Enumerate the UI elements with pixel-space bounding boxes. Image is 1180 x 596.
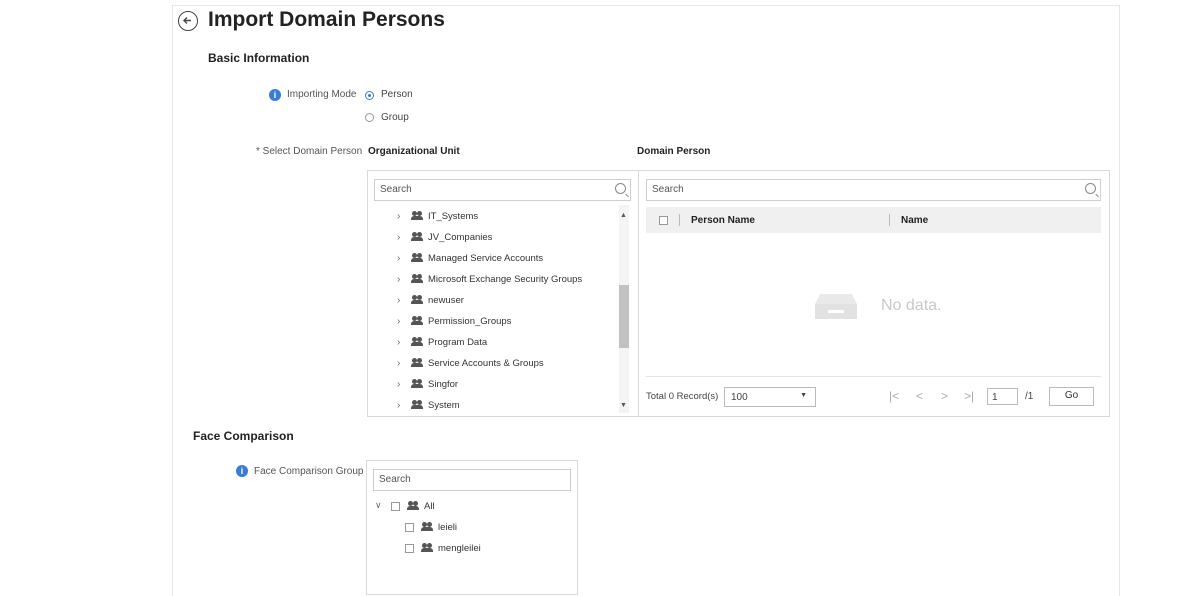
chevron-right-icon[interactable]: ›	[397, 400, 405, 411]
org-tree-item[interactable]: › IT_Systems	[397, 207, 478, 225]
checkbox-all[interactable]	[391, 502, 400, 511]
column-name[interactable]: Name	[901, 215, 928, 226]
next-page-icon[interactable]: >	[941, 389, 948, 403]
importing-mode-label: Importing Mode	[287, 89, 357, 100]
chevron-right-icon[interactable]: ›	[397, 295, 405, 306]
org-tree-item-label: JV_Companies	[428, 231, 493, 243]
radio-group[interactable]	[365, 113, 374, 122]
back-arrow-icon[interactable]	[178, 11, 198, 31]
chevron-right-icon[interactable]: ›	[397, 274, 405, 285]
org-tree-item-label: Singfor	[428, 378, 459, 390]
basic-info-heading: Basic Information	[208, 51, 310, 65]
chevron-right-icon[interactable]: ›	[397, 211, 405, 222]
page-input[interactable]: 1	[987, 388, 1018, 405]
org-tree-item[interactable]: › System	[397, 396, 460, 414]
info-icon[interactable]: i	[236, 465, 248, 477]
chevron-right-icon[interactable]: ›	[397, 379, 405, 390]
group-icon	[411, 211, 425, 221]
group-icon	[411, 274, 425, 284]
org-tree-item-label: Managed Service Accounts	[428, 252, 544, 264]
column-person-name[interactable]: Person Name	[691, 215, 755, 226]
chevron-right-icon[interactable]: ›	[397, 253, 405, 264]
scroll-down-icon[interactable]: ▼	[620, 402, 627, 409]
person-search-input[interactable]: Search	[646, 179, 1101, 201]
select-domain-person-label: * Select Domain Person	[256, 146, 363, 157]
person-search-placeholder: Search	[652, 184, 684, 195]
chevron-right-icon[interactable]: ›	[397, 316, 405, 327]
tree-item-label: leieli	[438, 521, 458, 533]
group-icon	[411, 316, 425, 326]
first-page-icon[interactable]: |<	[889, 389, 899, 403]
org-tree-item-label: Permission_Groups	[428, 315, 512, 327]
select-all-checkbox[interactable]	[659, 216, 668, 225]
group-icon	[407, 501, 421, 511]
chevron-right-icon[interactable]: ›	[397, 358, 405, 369]
org-tree-item[interactable]: › Program Data	[397, 333, 487, 351]
empty-tray-icon	[814, 292, 858, 320]
search-icon[interactable]	[615, 183, 626, 194]
page-number: 1	[992, 392, 998, 403]
domain-person-heading: Domain Person	[637, 146, 711, 157]
org-tree-item[interactable]: › newuser	[397, 291, 464, 309]
column-divider	[889, 214, 890, 226]
org-tree-item-label: System	[428, 399, 460, 411]
page-total: /1	[1025, 391, 1034, 402]
group-icon	[411, 295, 425, 305]
face-comparison-heading: Face Comparison	[193, 429, 294, 443]
group-icon	[411, 379, 425, 389]
radio-person[interactable]	[365, 91, 374, 100]
org-tree-item-label: Program Data	[428, 336, 488, 348]
chevron-down-icon[interactable]: ∨	[375, 500, 382, 511]
group-icon	[411, 337, 425, 347]
dropdown-arrow-icon: ▼	[800, 392, 807, 399]
org-tree-item[interactable]: › Microsoft Exchange Security Groups	[397, 270, 582, 288]
org-tree-item[interactable]: › Singfor	[397, 375, 458, 393]
scroll-up-icon[interactable]: ▲	[620, 212, 627, 219]
group-icon	[421, 522, 435, 532]
tree-item-label: All	[424, 500, 435, 512]
total-records: Total 0 Record(s)	[646, 391, 719, 402]
page-size-select[interactable]: 100 ▼	[724, 387, 816, 407]
tree-item-label: mengleilei	[438, 542, 481, 554]
chevron-right-icon[interactable]: ›	[397, 337, 405, 348]
group-icon	[421, 543, 435, 553]
prev-page-icon[interactable]: <	[916, 389, 923, 403]
org-tree-item-label: newuser	[428, 294, 464, 306]
tree-item-all[interactable]: All	[407, 497, 435, 515]
search-icon[interactable]	[1085, 183, 1096, 194]
face-search-placeholder: Search	[379, 474, 411, 485]
checkbox-mengleilei[interactable]	[405, 544, 414, 553]
radio-person-label: Person	[381, 89, 413, 100]
org-tree-item[interactable]: › Service Accounts & Groups	[397, 354, 544, 372]
info-icon[interactable]: i	[269, 89, 281, 101]
chevron-right-icon[interactable]: ›	[397, 232, 405, 243]
page-title: Import Domain Persons	[208, 8, 445, 31]
org-tree-item-label: IT_Systems	[428, 210, 479, 222]
checkbox-leieli[interactable]	[405, 523, 414, 532]
org-unit-heading: Organizational Unit	[368, 146, 460, 157]
group-icon	[411, 253, 425, 263]
page-size-value: 100	[731, 392, 748, 403]
tree-item-leieli[interactable]: leieli	[421, 518, 457, 536]
org-search-placeholder: Search	[380, 184, 412, 195]
divider	[646, 376, 1101, 377]
face-group-label: Face Comparison Group	[254, 466, 364, 477]
org-tree-item[interactable]: › JV_Companies	[397, 228, 492, 246]
tree-item-mengleilei[interactable]: mengleilei	[421, 539, 481, 557]
group-icon	[411, 232, 425, 242]
no-data-text: No data.	[881, 297, 942, 314]
org-tree-item[interactable]: › Managed Service Accounts	[397, 249, 543, 267]
org-tree-item-label: Microsoft Exchange Security Groups	[428, 273, 583, 285]
radio-group-label: Group	[381, 112, 409, 123]
org-tree-item[interactable]: › Permission_Groups	[397, 312, 511, 330]
go-button[interactable]: Go	[1049, 387, 1094, 406]
scrollbar-thumb[interactable]	[619, 285, 629, 348]
org-search-input[interactable]: Search	[374, 179, 631, 201]
org-tree-item-label: Service Accounts & Groups	[428, 357, 544, 369]
group-icon	[411, 400, 425, 410]
face-search-input[interactable]: Search	[373, 469, 571, 491]
group-icon	[411, 358, 425, 368]
last-page-icon[interactable]: >|	[964, 389, 974, 403]
column-divider	[679, 214, 680, 226]
